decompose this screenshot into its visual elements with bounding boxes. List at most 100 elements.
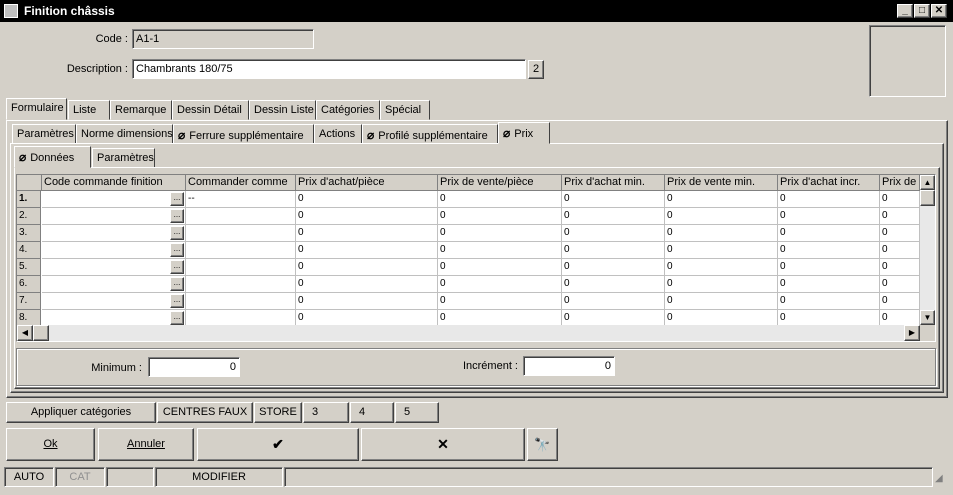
grid-cell[interactable] — [186, 225, 296, 242]
ellipsis-button[interactable]: ... — [170, 311, 184, 325]
tab-remarque[interactable]: Remarque — [110, 100, 172, 120]
grid-cell[interactable]: 0 — [296, 242, 438, 259]
row-number[interactable]: 6. — [17, 276, 41, 293]
grid-cell[interactable]: ... — [42, 276, 186, 293]
grid-cell[interactable]: 0 — [665, 225, 778, 242]
grid-cell[interactable]: 0 — [778, 208, 880, 225]
tab-dessin-liste[interactable]: Dessin Liste — [249, 100, 316, 120]
description-translation-button[interactable]: 2 — [528, 60, 544, 79]
grid-cell[interactable]: 0 — [296, 293, 438, 310]
tab-categories[interactable]: Catégories — [316, 100, 380, 120]
scroll-right-arrow-icon[interactable]: ▶ — [904, 325, 920, 341]
row-number[interactable]: 3. — [17, 225, 41, 242]
grid-header[interactable]: Code commande finition — [42, 175, 186, 191]
grid-cell[interactable]: 0 — [562, 276, 665, 293]
grid-cell[interactable]: 0 — [880, 225, 920, 242]
tab-formulaire[interactable]: Formulaire — [6, 98, 67, 120]
ellipsis-button[interactable]: ... — [170, 277, 184, 291]
grid-header[interactable]: Prix de vente incr. — [880, 175, 920, 191]
grid-cell[interactable]: 0 — [438, 225, 562, 242]
grid-header[interactable]: Prix de vente min. — [665, 175, 778, 191]
row-number[interactable]: 2. — [17, 208, 41, 225]
grid-cell[interactable]: 0 — [665, 208, 778, 225]
description-field[interactable]: Chambrants 180/75 — [132, 59, 526, 79]
horizontal-scroll-thumb[interactable] — [33, 325, 49, 341]
grid-cell[interactable]: 0 — [778, 276, 880, 293]
grid-cell[interactable]: 0 — [665, 259, 778, 276]
grid-cell[interactable]: 0 — [880, 208, 920, 225]
grid-header[interactable]: Prix de vente/pièce — [438, 175, 562, 191]
ellipsis-button[interactable]: ... — [170, 192, 184, 206]
grid-cell[interactable]: ... — [42, 259, 186, 276]
increment-field[interactable]: 0 — [523, 356, 615, 376]
row-number[interactable]: 7. — [17, 293, 41, 310]
grid-cell[interactable]: 0 — [438, 276, 562, 293]
category-centres-faux-button[interactable]: CENTRES FAUX — [157, 402, 253, 423]
grid-cell[interactable] — [186, 208, 296, 225]
grid-cell[interactable]: 0 — [880, 191, 920, 208]
grid-cell[interactable]: 0 — [562, 191, 665, 208]
grid-cell[interactable] — [186, 242, 296, 259]
ellipsis-button[interactable]: ... — [170, 294, 184, 308]
grid-cell[interactable]: 0 — [562, 293, 665, 310]
ellipsis-button[interactable]: ... — [170, 243, 184, 257]
tab-donnees[interactable]: ⌀ Données — [14, 146, 91, 168]
tab-prix[interactable]: ⌀ Prix — [498, 122, 550, 144]
tab-inner-parametres[interactable]: Paramètres — [92, 148, 155, 168]
grid-cell[interactable]: 0 — [880, 242, 920, 259]
grid-cell[interactable]: 0 — [880, 293, 920, 310]
grid-cell[interactable]: ... — [42, 225, 186, 242]
tab-liste[interactable]: Liste — [68, 100, 110, 120]
grid-cell[interactable]: 0 — [438, 191, 562, 208]
price-grid[interactable]: Code commande finition Commander comme P… — [16, 174, 936, 342]
apply-categories-button[interactable]: Appliquer catégories — [6, 402, 156, 423]
grid-cell[interactable] — [186, 259, 296, 276]
grid-header[interactable]: Prix d'achat/pièce — [296, 175, 438, 191]
grid-cell[interactable]: 0 — [562, 242, 665, 259]
tab-norme-dimensions[interactable]: Norme dimensions — [76, 124, 173, 144]
horizontal-scrollbar[interactable]: ◀ ▶ — [17, 325, 920, 341]
row-number[interactable]: 4. — [17, 242, 41, 259]
binoculars-search-icon[interactable]: 🔭 — [527, 428, 558, 461]
grid-cell[interactable]: 0 — [778, 293, 880, 310]
grid-cell[interactable]: ... — [42, 242, 186, 259]
scroll-down-arrow-icon[interactable]: ▼ — [920, 310, 935, 325]
grid-cell[interactable]: 0 — [296, 276, 438, 293]
grid-cell[interactable]: ... — [42, 191, 186, 208]
grid-cell[interactable]: 0 — [665, 293, 778, 310]
code-field[interactable]: A1-1 — [132, 29, 314, 49]
tab-parametres[interactable]: Paramètres — [12, 124, 76, 144]
row-number[interactable]: 5. — [17, 259, 41, 276]
grid-cell[interactable]: 0 — [778, 191, 880, 208]
tab-actions[interactable]: Actions — [314, 124, 362, 144]
close-button[interactable]: ✕ — [931, 4, 947, 18]
ellipsis-button[interactable]: ... — [170, 226, 184, 240]
grid-cell[interactable]: 0 — [562, 225, 665, 242]
vertical-scroll-thumb[interactable] — [920, 190, 935, 206]
minimize-button[interactable]: _ — [897, 4, 913, 18]
grid-cell[interactable]: 0 — [296, 208, 438, 225]
tab-profile-supplementaire[interactable]: ⌀ Profilé supplémentaire — [362, 124, 498, 144]
ok-button[interactable]: Ok — [6, 428, 95, 461]
grid-cell[interactable]: 0 — [665, 242, 778, 259]
scroll-left-arrow-icon[interactable]: ◀ — [17, 325, 33, 341]
grid-cell[interactable]: 0 — [562, 259, 665, 276]
maximize-button[interactable]: □ — [914, 4, 930, 18]
delete-cross-icon[interactable]: ✕ — [361, 428, 525, 461]
ellipsis-button[interactable]: ... — [170, 209, 184, 223]
category-store-button[interactable]: STORE — [254, 402, 302, 423]
grid-cell[interactable]: 0 — [438, 259, 562, 276]
grid-cell[interactable]: 0 — [296, 225, 438, 242]
grid-cell[interactable]: 0 — [880, 276, 920, 293]
confirm-checkmark-icon[interactable]: ✔ — [197, 428, 359, 461]
grid-cell[interactable]: 0 — [438, 242, 562, 259]
grid-cell[interactable]: 0 — [778, 225, 880, 242]
grid-cell[interactable]: 0 — [296, 259, 438, 276]
tab-ferrure-supplementaire[interactable]: ⌀ Ferrure supplémentaire — [173, 124, 314, 144]
minimum-field[interactable]: 0 — [148, 357, 240, 377]
grid-cell[interactable]: ... — [42, 293, 186, 310]
grid-cell[interactable]: 0 — [296, 191, 438, 208]
grid-header[interactable]: Prix d'achat min. — [562, 175, 665, 191]
grid-cell[interactable]: ... — [42, 208, 186, 225]
resize-grip-icon[interactable]: ◢ — [935, 472, 949, 486]
